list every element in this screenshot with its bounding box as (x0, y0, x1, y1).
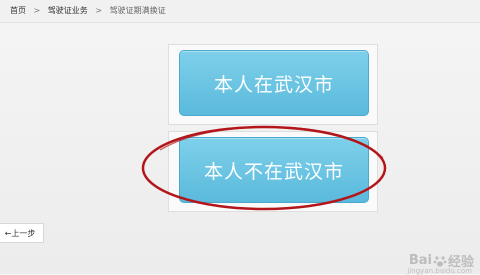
watermark-brand-left: Bai (408, 253, 432, 268)
option-frame-in-wuhan: 本人在武汉市 (168, 44, 378, 125)
breadcrumb-separator: > (33, 6, 41, 15)
option-frame-not-in-wuhan: 本人不在武汉市 (168, 131, 378, 212)
in-wuhan-button[interactable]: 本人在武汉市 (179, 50, 369, 116)
baidu-jingyan-watermark: Bai 经验 jingyan.baidu.com (407, 251, 474, 275)
breadcrumb: 首页 > 驾驶证业务 > 驾驶证期满换证 (10, 5, 166, 16)
paw-icon (433, 255, 447, 267)
breadcrumb-driver-license[interactable]: 驾驶证业务 (48, 6, 88, 15)
breadcrumb-current: 驾驶证期满换证 (109, 6, 166, 15)
breadcrumb-separator: > (95, 6, 103, 15)
top-bar: 首页 > 驾驶证业务 > 驾驶证期满换证 (0, 0, 480, 23)
breadcrumb-home[interactable]: 首页 (10, 6, 26, 15)
previous-step-button[interactable]: ←上一步 (0, 223, 44, 243)
not-in-wuhan-button[interactable]: 本人不在武汉市 (179, 137, 369, 203)
